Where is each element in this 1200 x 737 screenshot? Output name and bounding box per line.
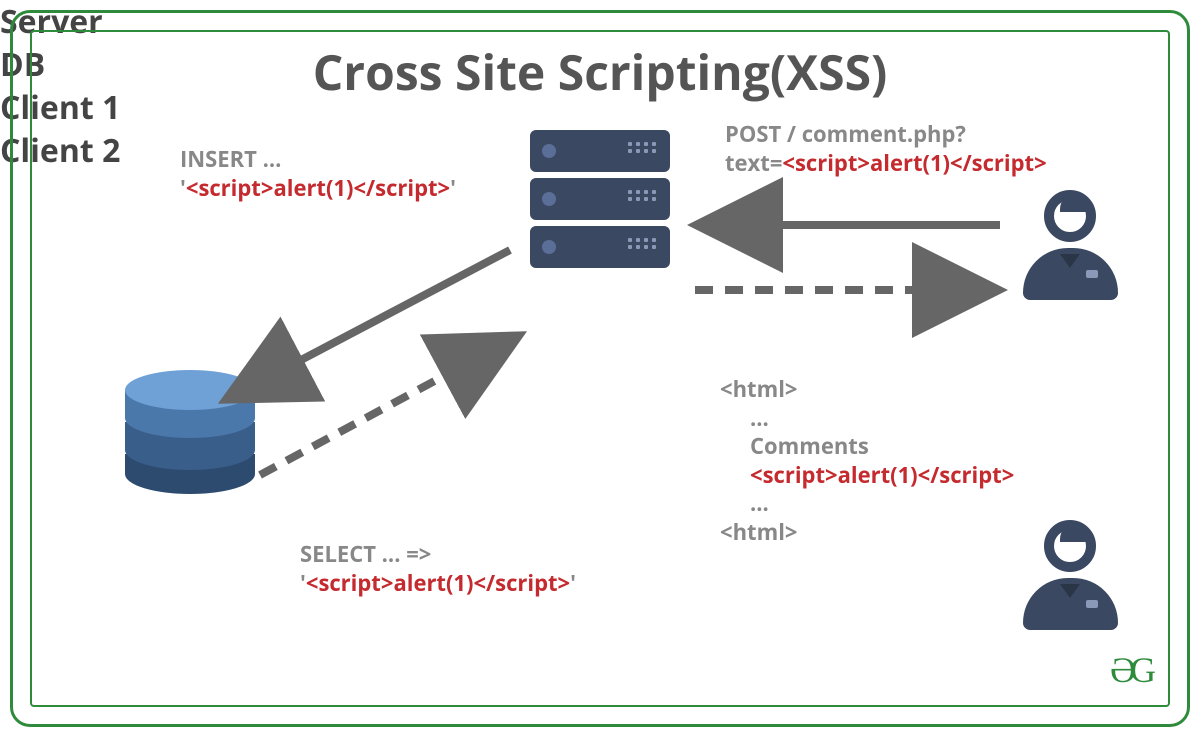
post-line1: POST / comment.php? (725, 120, 1047, 149)
select-line1: SELECT ... => (300, 540, 576, 569)
insert-sql-label: INSERT ... '<script>alert(1)</script>' (180, 145, 456, 202)
html-response-label: <html> ... Comments <script>alert(1)</sc… (720, 375, 1014, 547)
select-payload-line: '<script>alert(1)</script>' (300, 569, 576, 598)
client2-icon (1020, 520, 1120, 640)
insert-payload-line: '<script>alert(1)</script>' (180, 174, 456, 203)
post-payload-line: text=<script>alert(1)</script> (725, 149, 1047, 178)
insert-line1: INSERT ... (180, 145, 456, 174)
post-request-label: POST / comment.php? text=<script>alert(1… (725, 120, 1047, 177)
diagram-title: Cross Site Scripting(XSS) (0, 40, 1200, 105)
client1-icon (1020, 190, 1120, 310)
database-icon (125, 370, 255, 500)
logo: ƏG (1110, 649, 1150, 691)
server-icon (530, 130, 670, 274)
select-sql-label: SELECT ... => '<script>alert(1)</script>… (300, 540, 576, 597)
